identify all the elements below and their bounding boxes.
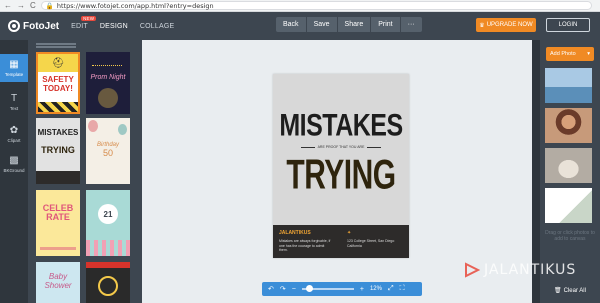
confetti-decoration xyxy=(86,240,130,256)
logo-icon xyxy=(8,20,20,32)
fullscreen-icon[interactable]: ⛶ xyxy=(400,285,405,293)
add-photo-button[interactable]: Add Photo ▾ xyxy=(546,47,594,61)
photo-thumb-coast[interactable] xyxy=(545,68,592,103)
forward-nav-icon[interactable]: → xyxy=(17,1,25,11)
logo-text: FotoJet xyxy=(23,20,60,32)
poster-headline[interactable]: MISTAKES xyxy=(273,108,409,144)
drop-hint: Drag or click photos to add to canvas xyxy=(545,230,595,242)
login-button[interactable]: LOGIN xyxy=(546,18,590,32)
hardhat-icon: ⛑ xyxy=(38,54,78,72)
undo-icon[interactable]: ↶ xyxy=(268,285,274,293)
balloon-icon xyxy=(88,120,98,132)
mode-edit[interactable]: EDIT NEW xyxy=(71,15,97,30)
template-icon: ▦ xyxy=(9,59,19,70)
poster-brand[interactable]: JALANTIKUS xyxy=(279,230,311,236)
template-thumb-mistakes[interactable]: MISTAKES TRYING xyxy=(36,118,80,184)
balloon-icon xyxy=(118,124,127,135)
zoom-out-icon[interactable]: − xyxy=(292,286,296,293)
poster-description[interactable]: Mistakes are always forgivable, if one h… xyxy=(279,239,331,253)
zoom-slider-knob[interactable] xyxy=(305,285,313,292)
template-thumb-21[interactable]: 21 xyxy=(86,190,130,256)
thumb-footer xyxy=(36,171,80,184)
mode-design[interactable]: DESIGN xyxy=(100,23,128,30)
poster-subhead[interactable]: ARE PROOF THAT YOU ARE xyxy=(273,145,409,149)
panel-handle xyxy=(36,43,76,45)
reload-icon[interactable]: C xyxy=(30,1,36,11)
text-icon: T xyxy=(10,93,18,104)
rail-clipart[interactable]: ✿ Clipart xyxy=(0,120,28,148)
lights-decoration xyxy=(92,56,122,66)
url-text: https://www.fotojet.com/app.html?entry=d… xyxy=(56,1,214,10)
rail-template[interactable]: ▦ Template xyxy=(0,54,28,82)
text-line xyxy=(40,247,76,250)
poster-badge-icon: ✦ xyxy=(347,230,352,236)
address-bar[interactable]: 🔒 https://www.fotojet.com/app.html?entry… xyxy=(40,1,592,10)
poster-word[interactable]: TRYING xyxy=(273,152,409,200)
jalantikus-watermark: JALANTIKUS xyxy=(464,262,576,278)
share-button[interactable]: Share xyxy=(338,17,372,32)
back-nav-icon[interactable]: ← xyxy=(4,1,12,11)
upgrade-button[interactable]: ♛ UPGRADE NOW xyxy=(476,18,536,32)
template-thumb-dark[interactable] xyxy=(86,262,130,303)
circle-decoration xyxy=(98,276,118,296)
tool-rail: ▦ Template T Text ✿ Clipart ▩ BKGround xyxy=(0,40,28,303)
clear-all-button[interactable]: 🗑 Clear All xyxy=(554,287,586,295)
template-panel: ⛑ SAFETY TODAY! Prom Night MISTAKES TRYI… xyxy=(28,40,142,303)
zoom-in-icon[interactable]: + xyxy=(360,286,364,293)
template-thumb-prom[interactable]: Prom Night xyxy=(86,52,130,114)
save-button[interactable]: Save xyxy=(307,17,338,32)
new-badge: NEW xyxy=(81,15,97,21)
divider-line xyxy=(300,146,315,148)
zoom-value: 12% xyxy=(369,286,382,292)
template-thumb-celebrate[interactable]: CELEB RATE xyxy=(36,190,80,256)
app-header: FotoJet EDIT NEW DESIGN COLLAGE Back Sav… xyxy=(0,12,600,40)
canvas-controls: ↶ ↷ − + 12% ⤢ ⛶ xyxy=(142,280,532,303)
more-button[interactable]: ··· xyxy=(401,17,422,32)
jalantikus-logo-icon xyxy=(465,262,480,278)
photo-thumb-portrait[interactable] xyxy=(545,108,592,143)
crown-icon: ♛ xyxy=(479,22,485,29)
rail-background[interactable]: ▩ BKGround xyxy=(0,150,28,178)
caution-stripes xyxy=(38,102,78,112)
browser-bar: ← → C 🔒 https://www.fotojet.com/app.html… xyxy=(0,0,600,12)
chevron-down-icon: ▾ xyxy=(587,51,590,57)
zoom-slider[interactable] xyxy=(301,285,354,292)
main-toolbar: Back Save Share Print ··· xyxy=(276,17,422,32)
template-thumb-safety[interactable]: ⛑ SAFETY TODAY! xyxy=(36,52,80,114)
trash-icon: 🗑 xyxy=(554,288,562,294)
lock-icon: 🔒 xyxy=(45,1,54,10)
clipart-icon: ✿ xyxy=(9,125,19,136)
panel-handle xyxy=(36,46,76,48)
top-stripe xyxy=(86,262,130,268)
divider-line xyxy=(367,146,382,148)
photo-thumb-cat[interactable] xyxy=(545,148,592,183)
poster[interactable]: MISTAKES ARE PROOF THAT YOU ARE TRYING J… xyxy=(273,74,409,258)
design-canvas[interactable]: MISTAKES ARE PROOF THAT YOU ARE TRYING J… xyxy=(142,40,532,290)
rail-text[interactable]: T Text xyxy=(0,88,28,116)
print-button[interactable]: Print xyxy=(371,17,401,32)
photo-thumb-flower[interactable] xyxy=(545,188,592,223)
template-thumb-baby[interactable]: Baby Shower xyxy=(36,262,80,303)
fit-icon[interactable]: ⤢ xyxy=(388,285,394,293)
background-icon: ▩ xyxy=(9,155,19,166)
template-thumb-birthday[interactable]: Birthday 50 xyxy=(86,118,130,184)
poster-footer[interactable]: JALANTIKUS Mistakes are always forgivabl… xyxy=(273,225,409,258)
fotojet-logo[interactable]: FotoJet xyxy=(8,20,59,32)
glow-decoration xyxy=(98,88,118,108)
back-button[interactable]: Back xyxy=(276,17,307,32)
mode-collage[interactable]: COLLAGE xyxy=(140,23,174,30)
redo-icon[interactable]: ↷ xyxy=(280,285,286,293)
zoom-control: ↶ ↷ − + 12% ⤢ ⛶ xyxy=(262,282,422,296)
poster-address[interactable]: 123 College Street, San Diego California xyxy=(347,239,403,248)
